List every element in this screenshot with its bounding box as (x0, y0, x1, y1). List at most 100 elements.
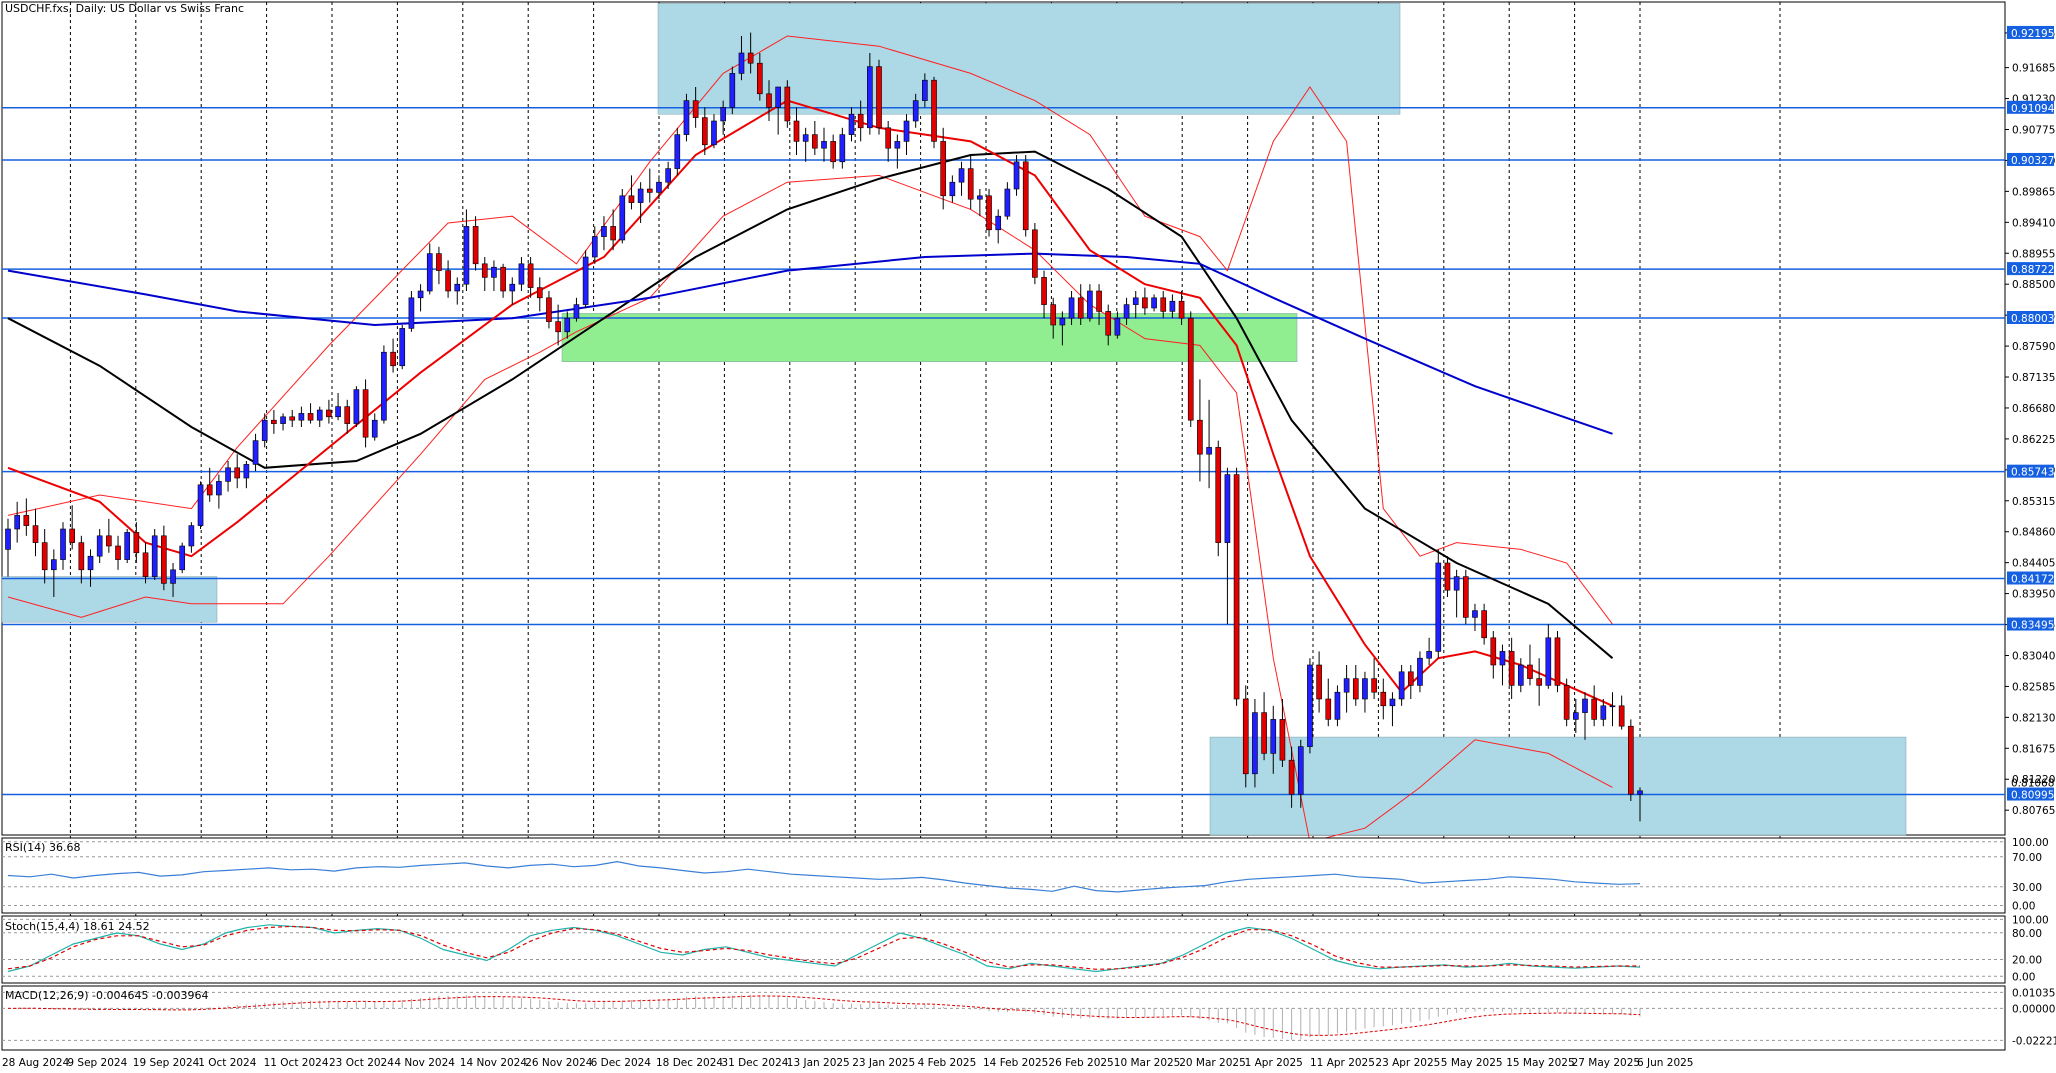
candle-bull (1013, 161, 1020, 190)
candle-bull (1472, 610, 1478, 618)
candle-bull (564, 317, 571, 333)
price-tick-label: 0.80765 (2012, 805, 2055, 817)
price-tick-label: 0.82130 (2012, 712, 2055, 724)
candle-bull (518, 263, 525, 285)
candle-bull (1582, 698, 1588, 713)
price-tick-label: 0.84405 (2012, 558, 2055, 570)
candle-bear (1050, 304, 1057, 326)
date-tick-label: 4 Feb 2025 (918, 1057, 977, 1069)
candle-bull (463, 226, 470, 285)
chart-title: USDCHF.fxs, Daily: US Dollar vs Swiss Fr… (5, 2, 244, 15)
candle-bull (1123, 304, 1130, 319)
candle (179, 542, 186, 574)
date-tick-label: 18 Dec 2024 (656, 1057, 723, 1069)
candle-bull (335, 406, 341, 418)
price-level-badge-label: 0.91094 (2011, 103, 2055, 115)
candle-bear (23, 515, 30, 526)
stochastic-level-label: 20.00 (2012, 955, 2042, 967)
candle-bear (1022, 161, 1029, 231)
candle (1233, 467, 1240, 706)
date-axis: 28 Aug 20249 Sep 2024 19 Sep 20241 Oct 20… (2, 1057, 1693, 1069)
price-level-badge-label: 0.88722 (2011, 264, 2054, 276)
candle-bear (1142, 297, 1148, 309)
candle (1215, 440, 1222, 557)
price-tick-label: 0.91685 (2012, 63, 2055, 75)
candle-bull (96, 535, 103, 557)
date-tick-label: 6 Jun 2025 (1637, 1057, 1693, 1069)
stochastic-level-label: 80.00 (2012, 928, 2042, 940)
candle-bull (1224, 474, 1231, 543)
candle-bear (1325, 698, 1332, 720)
candle-bull (1132, 297, 1139, 305)
date-tick-label: 27 May 2025 (1572, 1057, 1640, 1069)
candle-bear (1233, 474, 1240, 700)
candle-bull (454, 283, 461, 292)
candle-bear (1197, 419, 1203, 455)
candle-bear (1508, 651, 1515, 686)
candle-bear (445, 270, 451, 292)
candle-bull (399, 328, 406, 367)
candle-bull (573, 304, 580, 319)
candle-bull (601, 226, 607, 237)
price-tick-label: 0.82585 (2012, 681, 2055, 693)
candle-bull (280, 416, 286, 424)
candle-bear (234, 467, 241, 479)
date-tick-label: 11 Apr 2025 (1310, 1057, 1375, 1069)
price-tick-label: 0.89410 (2012, 217, 2055, 229)
candle-bull (1398, 671, 1405, 700)
candle-bear (747, 52, 754, 64)
candle (1435, 549, 1442, 659)
candle-bear (756, 62, 763, 95)
price-tick-label: 0.83950 (2012, 589, 2055, 601)
candle-bull (298, 413, 305, 421)
candle-bear (830, 141, 836, 163)
candle-bull (839, 134, 846, 163)
price-level-badge-label: 0.85743 (2011, 467, 2054, 479)
candle (674, 127, 681, 176)
candle-bull (1637, 790, 1643, 795)
candle-bear (931, 79, 937, 142)
candle-bear (784, 86, 791, 122)
date-tick-label: 23 Jan 2025 (852, 1057, 915, 1069)
date-tick-label: 1 Oct 2024 (198, 1057, 257, 1069)
candle-bull (197, 484, 204, 526)
candle-bear (1032, 229, 1038, 278)
candle-bear (1096, 290, 1102, 312)
candle-bull (720, 107, 726, 122)
candle-bear (1178, 300, 1185, 319)
candle-bear (1554, 637, 1561, 686)
candle-bear (1352, 678, 1359, 700)
candle-bull (179, 545, 186, 571)
candle-bull (1609, 705, 1616, 708)
candle-bull (903, 120, 910, 142)
price-tick-label: 0.88955 (2012, 248, 2055, 260)
date-tick-label: 6 Dec 2024 (591, 1057, 652, 1069)
candle-bull (316, 409, 323, 421)
candle-bull (491, 266, 497, 278)
candle-bull (1004, 188, 1011, 217)
candle-bull (14, 515, 20, 530)
candle (619, 189, 626, 244)
candle (1242, 685, 1249, 788)
rsi-level-label: 100.00 (2012, 837, 2049, 849)
rsi-level-label: 30.00 (2012, 882, 2042, 894)
candle-bear (307, 413, 314, 421)
macd-label: MACD(12,26,9) -0.004645 -0.003964 (5, 989, 208, 1002)
candle-bull (1307, 664, 1313, 747)
candle-bull (1545, 637, 1552, 686)
candle-bear (115, 545, 121, 560)
candle (1022, 155, 1029, 237)
candle-bear (206, 484, 213, 496)
candle (582, 250, 589, 308)
candle-bear (793, 120, 800, 142)
date-tick-label: 14 Nov 2024 (460, 1057, 528, 1069)
candle-bull (591, 236, 598, 258)
candle-bear (1490, 637, 1497, 666)
candle-bear (69, 528, 76, 543)
price-zone (1209, 736, 1907, 836)
candle-bull (60, 528, 66, 560)
candle-bull (1453, 576, 1460, 591)
candle-bear (326, 409, 332, 418)
candle-bull (1297, 746, 1304, 795)
candle-bull (1252, 712, 1258, 775)
